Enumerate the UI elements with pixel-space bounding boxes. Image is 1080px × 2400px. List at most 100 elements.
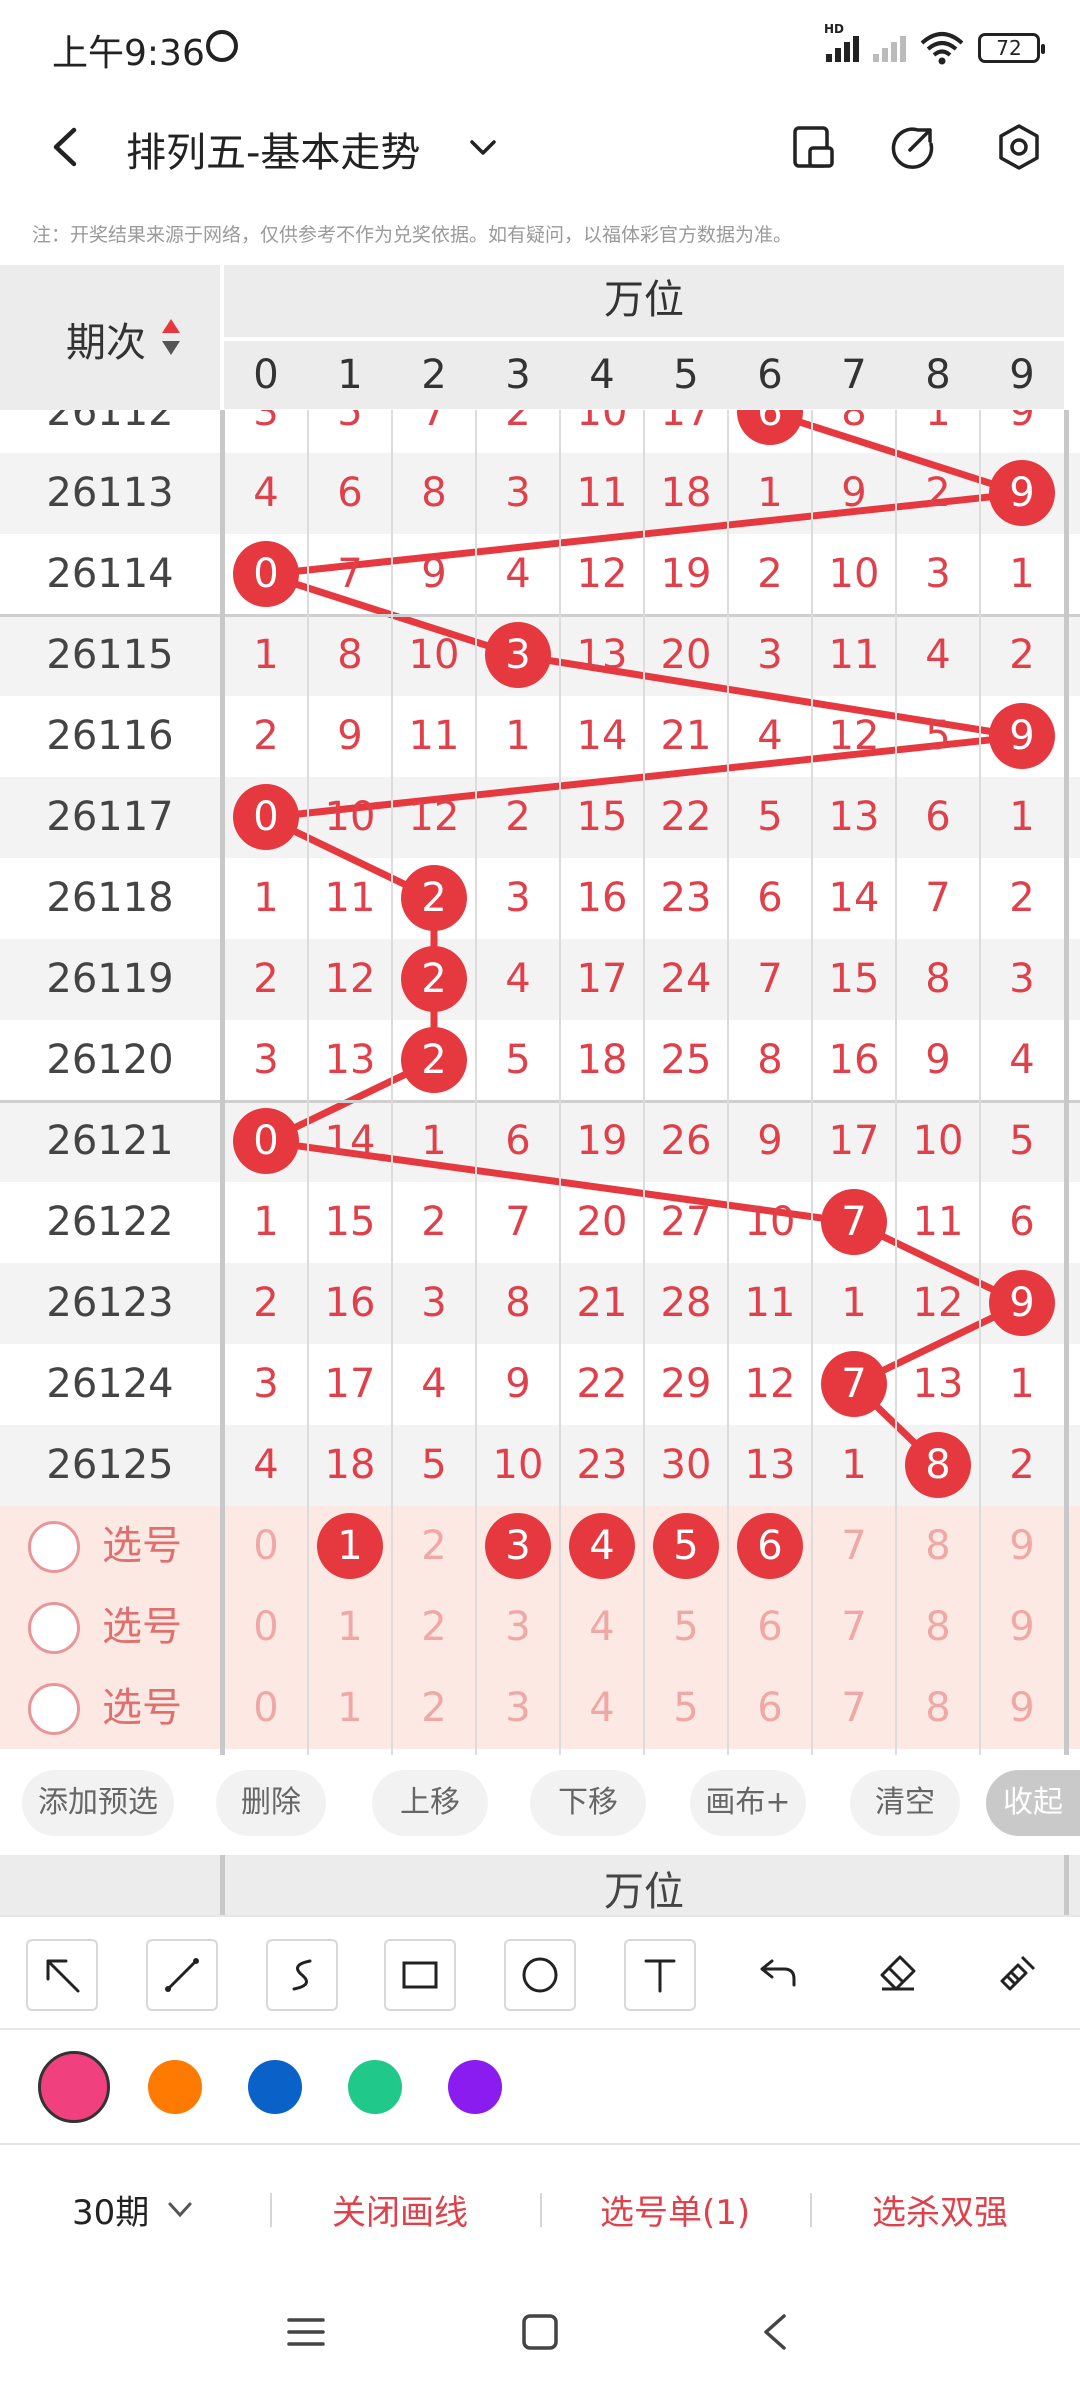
miss-count-cell: 6 (925, 794, 951, 840)
select-number-cell[interactable]: 2 (392, 1587, 476, 1668)
period-header[interactable]: 期次 (0, 265, 220, 410)
miss-count-cell: 4 (925, 632, 951, 678)
miss-count-cell: 16 (576, 875, 628, 921)
tool-line[interactable] (146, 1939, 218, 2011)
select-number-cell[interactable]: 6 (728, 1587, 812, 1668)
select-radio[interactable] (28, 1683, 80, 1735)
color-swatch[interactable] (348, 2060, 402, 2114)
settings-icon[interactable] (994, 122, 1044, 172)
select-number-cell[interactable]: 7 (812, 1668, 896, 1749)
miss-count-cell: 3 (253, 410, 279, 435)
miss-count-cell: 4 (505, 956, 531, 1002)
action-button[interactable]: 下移 (530, 1770, 646, 1836)
digit-header-cell: 6 (757, 352, 783, 398)
tool-clear[interactable] (984, 1939, 1056, 2011)
select-number-cell[interactable]: 7 (812, 1506, 896, 1587)
filter-button[interactable]: 选杀双强 (872, 2185, 1008, 2234)
color-swatch[interactable] (448, 2060, 502, 2114)
select-number-cell[interactable]: 2 (392, 1506, 476, 1587)
select-number-cell[interactable]: 9 (980, 1506, 1064, 1587)
select-number-cell[interactable]: 0 (224, 1587, 308, 1668)
tool-text[interactable] (624, 1939, 696, 2011)
miss-count-cell: 2 (1009, 1442, 1035, 1488)
select-number-cell[interactable]: 5 (644, 1587, 728, 1668)
tool-circle[interactable] (504, 1939, 576, 2011)
miss-count-cell: 1 (253, 1199, 279, 1245)
grid-line (643, 410, 645, 1755)
miss-count-cell: 9 (505, 1361, 531, 1407)
share-icon[interactable] (888, 122, 938, 172)
select-number-cell[interactable]: 2 (392, 1668, 476, 1749)
action-button[interactable]: 画布+ (690, 1770, 806, 1836)
miss-count-cell: 2 (421, 1199, 447, 1245)
winning-number-cell: 2 (421, 875, 447, 921)
select-number-cell[interactable]: 6 (728, 1668, 812, 1749)
action-button[interactable]: 添加预选 (22, 1770, 174, 1836)
grid-line (391, 410, 393, 1755)
select-number-cell[interactable]: 9 (980, 1668, 1064, 1749)
tool-undo[interactable] (744, 1939, 816, 2011)
color-swatch[interactable] (148, 2060, 202, 2114)
color-swatch[interactable] (248, 2060, 302, 2114)
select-number-cell[interactable]: 5 (644, 1506, 728, 1587)
digit-header-row: 0 1 2 3 4 5 6 7 8 9 (224, 341, 1064, 409)
pick-list-button[interactable]: 选号单(1) (600, 2185, 750, 2234)
freehand-icon (292, 1959, 312, 1991)
eraser-icon (880, 1955, 916, 1991)
select-number-cell[interactable]: 4 (560, 1506, 644, 1587)
select-row: 选号 0 1 2 3 4 5 6 7 8 9 (0, 1506, 1080, 1587)
miss-count-cell: 24 (660, 956, 712, 1002)
tool-eraser[interactable] (864, 1939, 936, 2011)
bottom-bar: 30期 关闭画线 选号单(1) 选杀双强 (0, 2147, 1080, 2272)
back-icon[interactable] (46, 126, 84, 168)
select-number-cell[interactable]: 3 (476, 1668, 560, 1749)
miss-count-cell: 3 (253, 1037, 279, 1083)
chevron-down-icon[interactable] (466, 130, 500, 164)
select-radio[interactable] (28, 1602, 80, 1654)
miss-count-cell: 3 (505, 875, 531, 921)
tool-freehand[interactable] (266, 1939, 338, 2011)
table-row: 26113 4 6 8 3 11 18 1 9 2 9 (0, 453, 1080, 534)
miss-count-cell: 10 (324, 794, 376, 840)
miss-count-cell: 1 (1009, 551, 1035, 597)
action-button[interactable]: 清空 (850, 1770, 960, 1836)
action-button[interactable]: 删除 (216, 1770, 326, 1836)
select-number-cell[interactable]: 4 (560, 1668, 644, 1749)
select-number-cell[interactable]: 5 (644, 1668, 728, 1749)
select-number-cell[interactable]: 3 (476, 1506, 560, 1587)
sort-icon[interactable] (160, 317, 182, 357)
select-number-cell[interactable]: 1 (308, 1506, 392, 1587)
select-number-cell[interactable]: 7 (812, 1587, 896, 1668)
action-button[interactable]: 上移 (372, 1770, 488, 1836)
close-draw-button[interactable]: 关闭画线 (332, 2185, 468, 2234)
menu-icon[interactable] (286, 2312, 326, 2352)
select-number-cell[interactable]: 0 (224, 1668, 308, 1749)
miss-count-cell: 15 (828, 956, 880, 1002)
select-number-cell[interactable]: 6 (728, 1506, 812, 1587)
action-button[interactable]: 收起 (986, 1770, 1080, 1836)
select-number-cell[interactable]: 1 (308, 1587, 392, 1668)
select-number-cell[interactable]: 8 (896, 1587, 980, 1668)
table-row: 26121 0 14 1 6 19 26 9 17 10 5 (0, 1101, 1080, 1182)
select-number-cell[interactable]: 0 (224, 1506, 308, 1587)
chevron-down-icon[interactable] (166, 2199, 194, 2221)
select-number-cell[interactable]: 1 (308, 1668, 392, 1749)
select-number-cell[interactable]: 4 (560, 1587, 644, 1668)
miss-count-cell: 1 (505, 713, 531, 759)
select-number-cell[interactable]: 9 (980, 1587, 1064, 1668)
miss-count-cell: 23 (576, 1442, 628, 1488)
color-swatch[interactable] (38, 2051, 110, 2123)
period-count-select[interactable]: 30期 (72, 2185, 149, 2234)
select-radio[interactable] (28, 1521, 80, 1573)
nav-back-icon[interactable] (756, 2312, 796, 2352)
home-icon[interactable] (520, 2312, 560, 2352)
tool-rectangle[interactable] (384, 1939, 456, 2011)
select-number-cell[interactable]: 8 (896, 1506, 980, 1587)
select-number-cell[interactable]: 8 (896, 1668, 980, 1749)
select-number-cell[interactable]: 3 (476, 1587, 560, 1668)
tool-arrow[interactable] (26, 1939, 98, 2011)
page-title[interactable]: 排列五-基本走势 (126, 120, 420, 178)
layout-icon[interactable] (788, 122, 838, 172)
period-cell: 26118 (46, 875, 174, 921)
miss-count-cell: 3 (757, 632, 783, 678)
